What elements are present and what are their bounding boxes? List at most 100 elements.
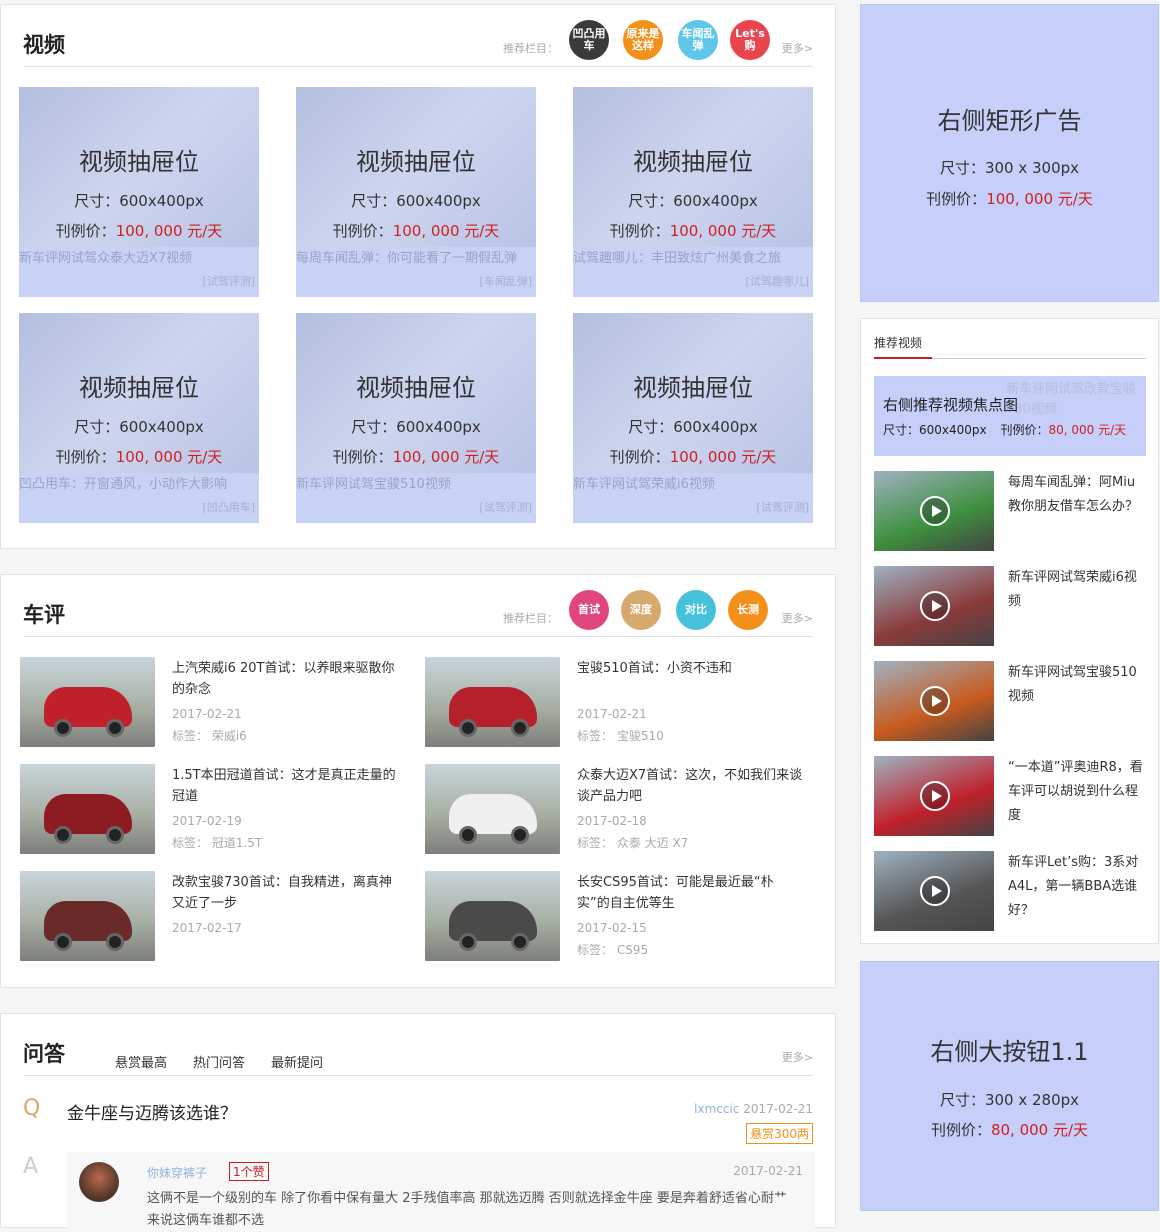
video-drawer-ad[interactable]: 视频抽屉位 尺寸：600x400px 刊例价：100, 000 元/天 试驾趣哪儿：丰…	[573, 87, 813, 297]
qa-section-header: 问答 悬赏最高 热门问答 最新提问 更多>	[23, 1014, 813, 1076]
recommended-video-item[interactable]: 新车评网试驾荣威i6视频	[874, 566, 1146, 646]
wheel-shape	[511, 719, 529, 737]
ad-price-label: 刊例价：	[926, 190, 987, 208]
channel-letsgou[interactable]: Let's购	[730, 20, 770, 60]
video-caption[interactable]: 每周车闻乱弹：你可能看了一期假乱弹	[296, 249, 536, 269]
channel-yuanlaishi[interactable]: 原来是这样	[623, 20, 663, 60]
video-source: [凹凸用车]	[202, 501, 255, 514]
recommended-video-item[interactable]: “一本道”评奥迪R8，看车评可以胡说到什么程度	[874, 756, 1146, 836]
qa-section: 问答 悬赏最高 热门问答 最新提问 更多> Q 金牛座与迈腾该选谁？ lxmcc…	[0, 1013, 836, 1232]
ad-size: 尺寸：600x400px	[74, 192, 204, 210]
focus-ad-price: 80, 000 元/天	[1048, 423, 1127, 437]
likes-badge[interactable]: 1个赞	[229, 1162, 269, 1181]
video-title[interactable]: 新车评Let’s购：3系对A4L，第一辆BBA选谁好？	[1008, 851, 1148, 923]
ad-price-line: 刊例价：80, 000 元/天	[861, 1119, 1158, 1140]
review-title[interactable]: 宝骏510首试：小资不违和	[577, 658, 805, 679]
video-title[interactable]: 新车评网试驾荣威i6视频	[1008, 566, 1148, 614]
video-drawer-ad[interactable]: 视频抽屉位 尺寸：600x400px 刊例价：100, 000 元/天 每周车闻乱弹：…	[296, 87, 536, 297]
video-caption[interactable]: 凹凸用车：开窗通风，小动作大影响	[19, 475, 259, 495]
avatar[interactable]	[79, 1162, 119, 1202]
review-date: 2017-02-21	[172, 707, 242, 721]
review-title[interactable]: 改款宝骏730首试：自我精进，离真神又近了一步	[172, 872, 400, 914]
review-thumbnail[interactable]	[20, 871, 155, 961]
video-drawer-ad[interactable]: 视频抽屉位 尺寸：600x400px 刊例价：100, 000 元/天 新车评网试驾众…	[19, 87, 259, 297]
review-thumbnail[interactable]	[425, 657, 560, 747]
ad-size: 尺寸：600x400px	[351, 192, 481, 210]
video-thumbnail[interactable]	[874, 471, 994, 551]
review-tag[interactable]: 标签： 宝骏510	[577, 727, 664, 744]
video-section-title: 视频	[23, 33, 65, 57]
tab-highest-reward[interactable]: 悬赏最高	[115, 1052, 167, 1071]
review-thumbnail[interactable]	[20, 764, 155, 854]
channel-changce[interactable]: 长测	[728, 590, 768, 630]
answer-date: 2017-02-21	[733, 1164, 803, 1178]
review-title[interactable]: 1.5T本田冠道首试：这才是真正走量的冠道	[172, 765, 400, 807]
ad-price-line: 刊例价：100, 000 元/天	[19, 446, 259, 467]
review-tag[interactable]: 标签： 荣威i6	[172, 727, 247, 744]
review-thumbnail[interactable]	[425, 764, 560, 854]
qa-more-link[interactable]: 更多>	[782, 1049, 813, 1065]
recommend-label: 推荐栏目：	[503, 42, 558, 55]
ad-price-label: 刊例价：	[930, 1121, 991, 1139]
review-section-title: 车评	[23, 603, 65, 627]
tab-hot-questions[interactable]: 热门问答	[193, 1052, 245, 1071]
right-rect-ad[interactable]: 右侧矩形广告 尺寸：300 x 300px 刊例价：100, 000 元/天	[860, 4, 1159, 302]
play-icon[interactable]	[920, 781, 950, 811]
review-thumbnail[interactable]	[20, 657, 155, 747]
answer-mark: A	[23, 1154, 39, 1179]
video-more-link[interactable]: 更多>	[782, 40, 813, 56]
channel-chewen[interactable]: 车闻乱弹	[678, 20, 718, 60]
right-big-button-ad[interactable]: 右侧大按钮1.1 尺寸：300 x 280px 刊例价：80, 000 元/天	[860, 961, 1159, 1211]
review-date: 2017-02-19	[172, 814, 242, 828]
play-icon[interactable]	[920, 496, 950, 526]
ad-title: 视频抽屉位	[356, 148, 476, 176]
ad-price: 100, 000 元/天	[115, 222, 223, 240]
channel-shendu[interactable]: 深度	[621, 590, 661, 630]
video-drawer-ad[interactable]: 视频抽屉位 尺寸：600x400px 刊例价：100, 000 元/天 凹凸用车：开窗…	[19, 313, 259, 523]
play-icon[interactable]	[920, 591, 950, 621]
video-thumbnail[interactable]	[874, 661, 994, 741]
video-drawer-ad[interactable]: 视频抽屉位 尺寸：600x400px 刊例价：100, 000 元/天 新车评网试驾荣…	[573, 313, 813, 523]
review-title[interactable]: 长安CS95首试：可能是最近最“朴实”的自主优等生	[577, 872, 805, 914]
focus-ad-price-label: 刊例价：	[1000, 423, 1049, 437]
review-title[interactable]: 上汽荣威i6 20T首试：以养眼来驱散你的杂念	[172, 658, 400, 700]
focus-ad-size: 尺寸：600x400px	[883, 423, 987, 437]
focus-ad[interactable]: 新车评网试驾改款宝骏730视频 右侧推荐视频焦点图 尺寸：600x400px 刊…	[874, 376, 1146, 456]
wheel-shape	[459, 826, 477, 844]
ad-price-label: 刊例价：	[332, 448, 393, 466]
wheel-shape	[54, 826, 72, 844]
asker-name[interactable]: lxmccic	[694, 1102, 739, 1116]
recommended-video-item[interactable]: 新车评网试驾宝骏510视频	[874, 661, 1146, 741]
video-caption[interactable]: 试驾趣哪儿：丰田致炫广州美食之旅	[573, 249, 813, 269]
question-title[interactable]: 金牛座与迈腾该选谁？	[67, 1099, 237, 1124]
video-caption[interactable]: 新车评网试驾荣威i6视频	[573, 475, 813, 495]
video-drawer-ad[interactable]: 视频抽屉位 尺寸：600x400px 刊例价：100, 000 元/天 新车评网试驾宝…	[296, 313, 536, 523]
video-thumbnail[interactable]	[874, 566, 994, 646]
video-caption[interactable]: 新车评网试驾众泰大迈X7视频	[19, 249, 259, 269]
channel-duibi[interactable]: 对比	[676, 590, 716, 630]
channel-shoushi[interactable]: 首试	[569, 590, 609, 630]
tab-newest-questions[interactable]: 最新提问	[271, 1052, 323, 1071]
channel-aotu[interactable]: 凹凸用车	[569, 20, 609, 60]
answerer-name[interactable]: 你妹穿裤子	[147, 1164, 207, 1181]
review-tag[interactable]: 标签： CS95	[577, 941, 648, 958]
recommended-video-item[interactable]: 新车评Let’s购：3系对A4L，第一辆BBA选谁好？	[874, 851, 1146, 931]
review-title[interactable]: 众泰大迈X7首试：这次，不如我们来谈谈产品力吧	[577, 765, 805, 807]
ad-price-line: 刊例价：100, 000 元/天	[573, 446, 813, 467]
video-thumbnail[interactable]	[874, 756, 994, 836]
play-icon[interactable]	[920, 876, 950, 906]
video-title[interactable]: 每周车闻乱弹：阿Miu教你朋友借车怎么办？	[1008, 471, 1148, 519]
review-thumbnail[interactable]	[425, 871, 560, 961]
video-source: [车闻乱弹]	[479, 275, 532, 288]
review-tag[interactable]: 标签： 众泰 大迈 X7	[577, 834, 688, 851]
video-caption[interactable]: 新车评网试驾宝骏510视频	[296, 475, 536, 495]
wheel-shape	[106, 826, 124, 844]
play-icon[interactable]	[920, 686, 950, 716]
recommended-video-item[interactable]: 每周车闻乱弹：阿Miu教你朋友借车怎么办？	[874, 471, 1146, 551]
video-title[interactable]: “一本道”评奥迪R8，看车评可以胡说到什么程度	[1008, 756, 1148, 828]
answer-text: 这俩不是一个级别的车 除了你看中保有量大 2手残值率高 那就选迈腾 否则就选择金…	[147, 1191, 787, 1228]
video-thumbnail[interactable]	[874, 851, 994, 931]
review-tag[interactable]: 标签： 冠道1.5T	[172, 834, 262, 851]
review-more-link[interactable]: 更多>	[782, 610, 813, 626]
video-title[interactable]: 新车评网试驾宝骏510视频	[1008, 661, 1148, 709]
